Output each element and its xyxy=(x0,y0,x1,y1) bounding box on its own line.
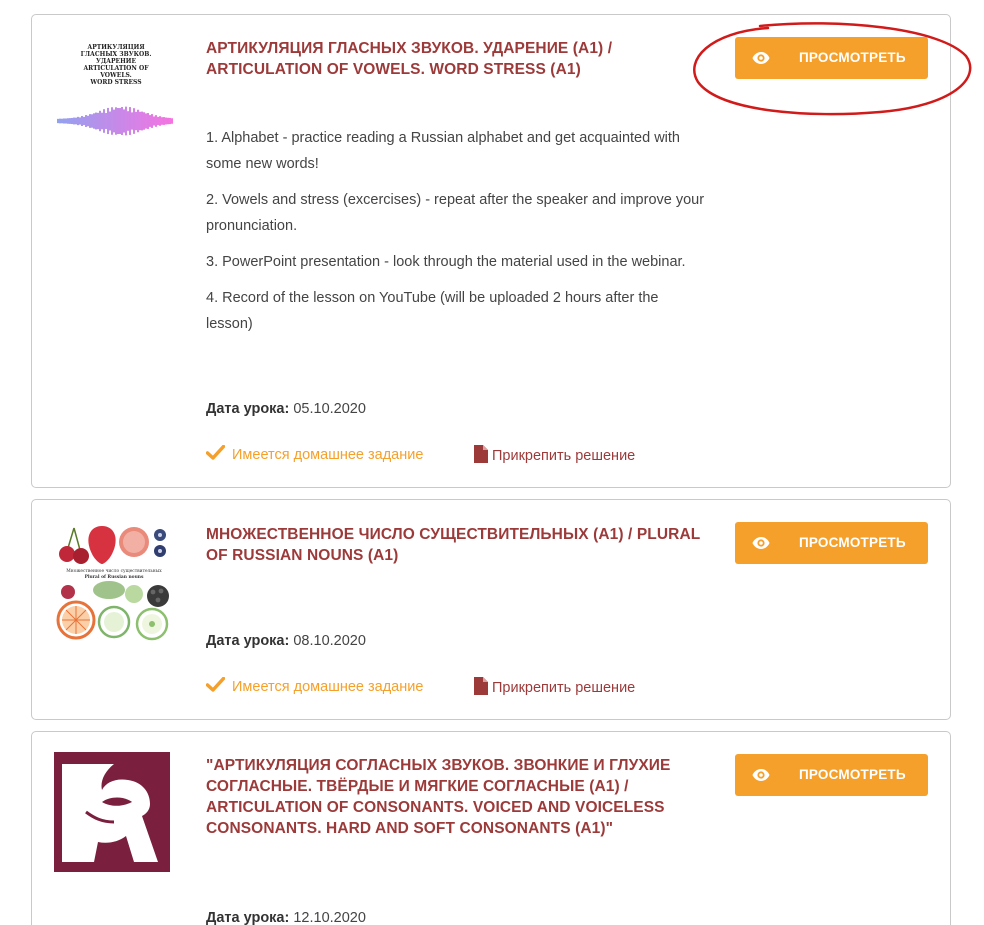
lesson-thumbnail xyxy=(54,752,170,872)
thumb-text: ГЛАСНЫХ ЗВУКОВ. xyxy=(81,51,152,58)
date-value: 08.10.2020 xyxy=(293,633,366,649)
thumb-text: WORD STRESS xyxy=(89,79,141,86)
date-value: 05.10.2020 xyxy=(293,401,366,417)
lesson-card: АРТИКУЛЯЦИЯ ГЛАСНЫХ ЗВУКОВ. УДАРЕНИЕ ART… xyxy=(31,14,951,488)
lesson-description: 1. Alphabet - practice reading a Russian… xyxy=(206,125,706,347)
description-item: 1. Alphabet - practice reading a Russian… xyxy=(206,130,680,172)
articulation-vowels-image: АРТИКУЛЯЦИЯ ГЛАСНЫХ ЗВУКОВ. УДАРЕНИЕ ART… xyxy=(57,44,173,136)
description-item: 3. PowerPoint presentation - look throug… xyxy=(206,254,686,270)
thumb-text: АРТИКУЛЯЦИЯ xyxy=(87,44,145,51)
checkmark-icon xyxy=(205,676,226,696)
lesson-title[interactable]: АРТИКУЛЯЦИЯ ГЛАСНЫХ ЗВУКОВ. УДАРЕНИЕ (А1… xyxy=(206,38,706,80)
fruit-illustration-image: Множественное число существительных Plur… xyxy=(56,526,169,641)
thumb-text: ARTICULATION OF xyxy=(83,65,150,72)
date-label: Дата урока: xyxy=(206,910,290,925)
view-button[interactable]: ПРОСМОТРЕТЬ xyxy=(735,522,928,564)
attach-solution-link[interactable]: Прикрепить решение xyxy=(474,677,635,699)
view-button[interactable]: ПРОСМОТРЕТЬ xyxy=(735,37,928,79)
homework-label: Имеется домашнее задание xyxy=(232,446,424,463)
view-button[interactable]: ПРОСМОТРЕТЬ xyxy=(735,754,928,796)
date-label: Дата урока: xyxy=(206,633,290,649)
homework-label: Имеется домашнее задание xyxy=(232,678,424,695)
thumb-text: Plural of Russian nouns xyxy=(85,575,144,580)
lesson-card: Множественное число существительных Plur… xyxy=(31,499,951,720)
file-icon xyxy=(474,677,488,699)
description-item: 4. Record of the lesson on YouTube (will… xyxy=(206,290,659,332)
lesson-card: "АРТИКУЛЯЦИЯ СОГЛАСНЫХ ЗВУКОВ. ЗВОНКИЕ И… xyxy=(31,731,951,925)
attach-solution-link[interactable]: Прикрепить решение xyxy=(474,445,635,467)
lesson-title[interactable]: "АРТИКУЛЯЦИЯ СОГЛАСНЫХ ЗВУКОВ. ЗВОНКИЕ И… xyxy=(206,755,706,839)
attach-label: Прикрепить решение xyxy=(492,448,636,464)
eye-icon xyxy=(752,51,770,70)
view-button-label: ПРОСМОТРЕТЬ xyxy=(799,50,906,65)
lesson-title[interactable]: МНОЖЕСТВЕННОЕ ЧИСЛО СУЩЕСТВИТЕЛЬНЫХ (А1)… xyxy=(206,524,706,566)
articulation-consonants-image xyxy=(54,752,170,872)
homework-status: Имеется домашнее задание xyxy=(205,676,424,696)
eye-icon xyxy=(752,536,770,555)
lesson-thumbnail: Множественное число существительных Plur… xyxy=(54,520,174,642)
thumb-text: VOWELS. xyxy=(99,72,132,79)
file-icon xyxy=(474,445,488,467)
description-item: 2. Vowels and stress (excercises) - repe… xyxy=(206,192,705,234)
attach-label: Прикрепить решение xyxy=(492,680,636,696)
homework-status: Имеется домашнее задание xyxy=(205,444,424,464)
date-value: 12.10.2020 xyxy=(293,910,366,925)
view-button-label: ПРОСМОТРЕТЬ xyxy=(799,767,906,782)
lesson-date: Дата урока: 08.10.2020 xyxy=(206,633,366,649)
eye-icon xyxy=(752,768,770,787)
lesson-date: Дата урока: 12.10.2020 xyxy=(206,910,366,925)
date-label: Дата урока: xyxy=(206,401,290,417)
soundwave-graphic xyxy=(57,106,173,136)
thumb-text: УДАРЕНИЕ xyxy=(96,58,137,65)
view-button-label: ПРОСМОТРЕТЬ xyxy=(799,535,906,550)
lesson-thumbnail: АРТИКУЛЯЦИЯ ГЛАСНЫХ ЗВУКОВ. УДАРЕНИЕ ART… xyxy=(54,43,174,153)
checkmark-icon xyxy=(205,444,226,464)
lesson-date: Дата урока: 05.10.2020 xyxy=(206,401,366,417)
thumb-text: Множественное число существительных xyxy=(66,569,162,574)
